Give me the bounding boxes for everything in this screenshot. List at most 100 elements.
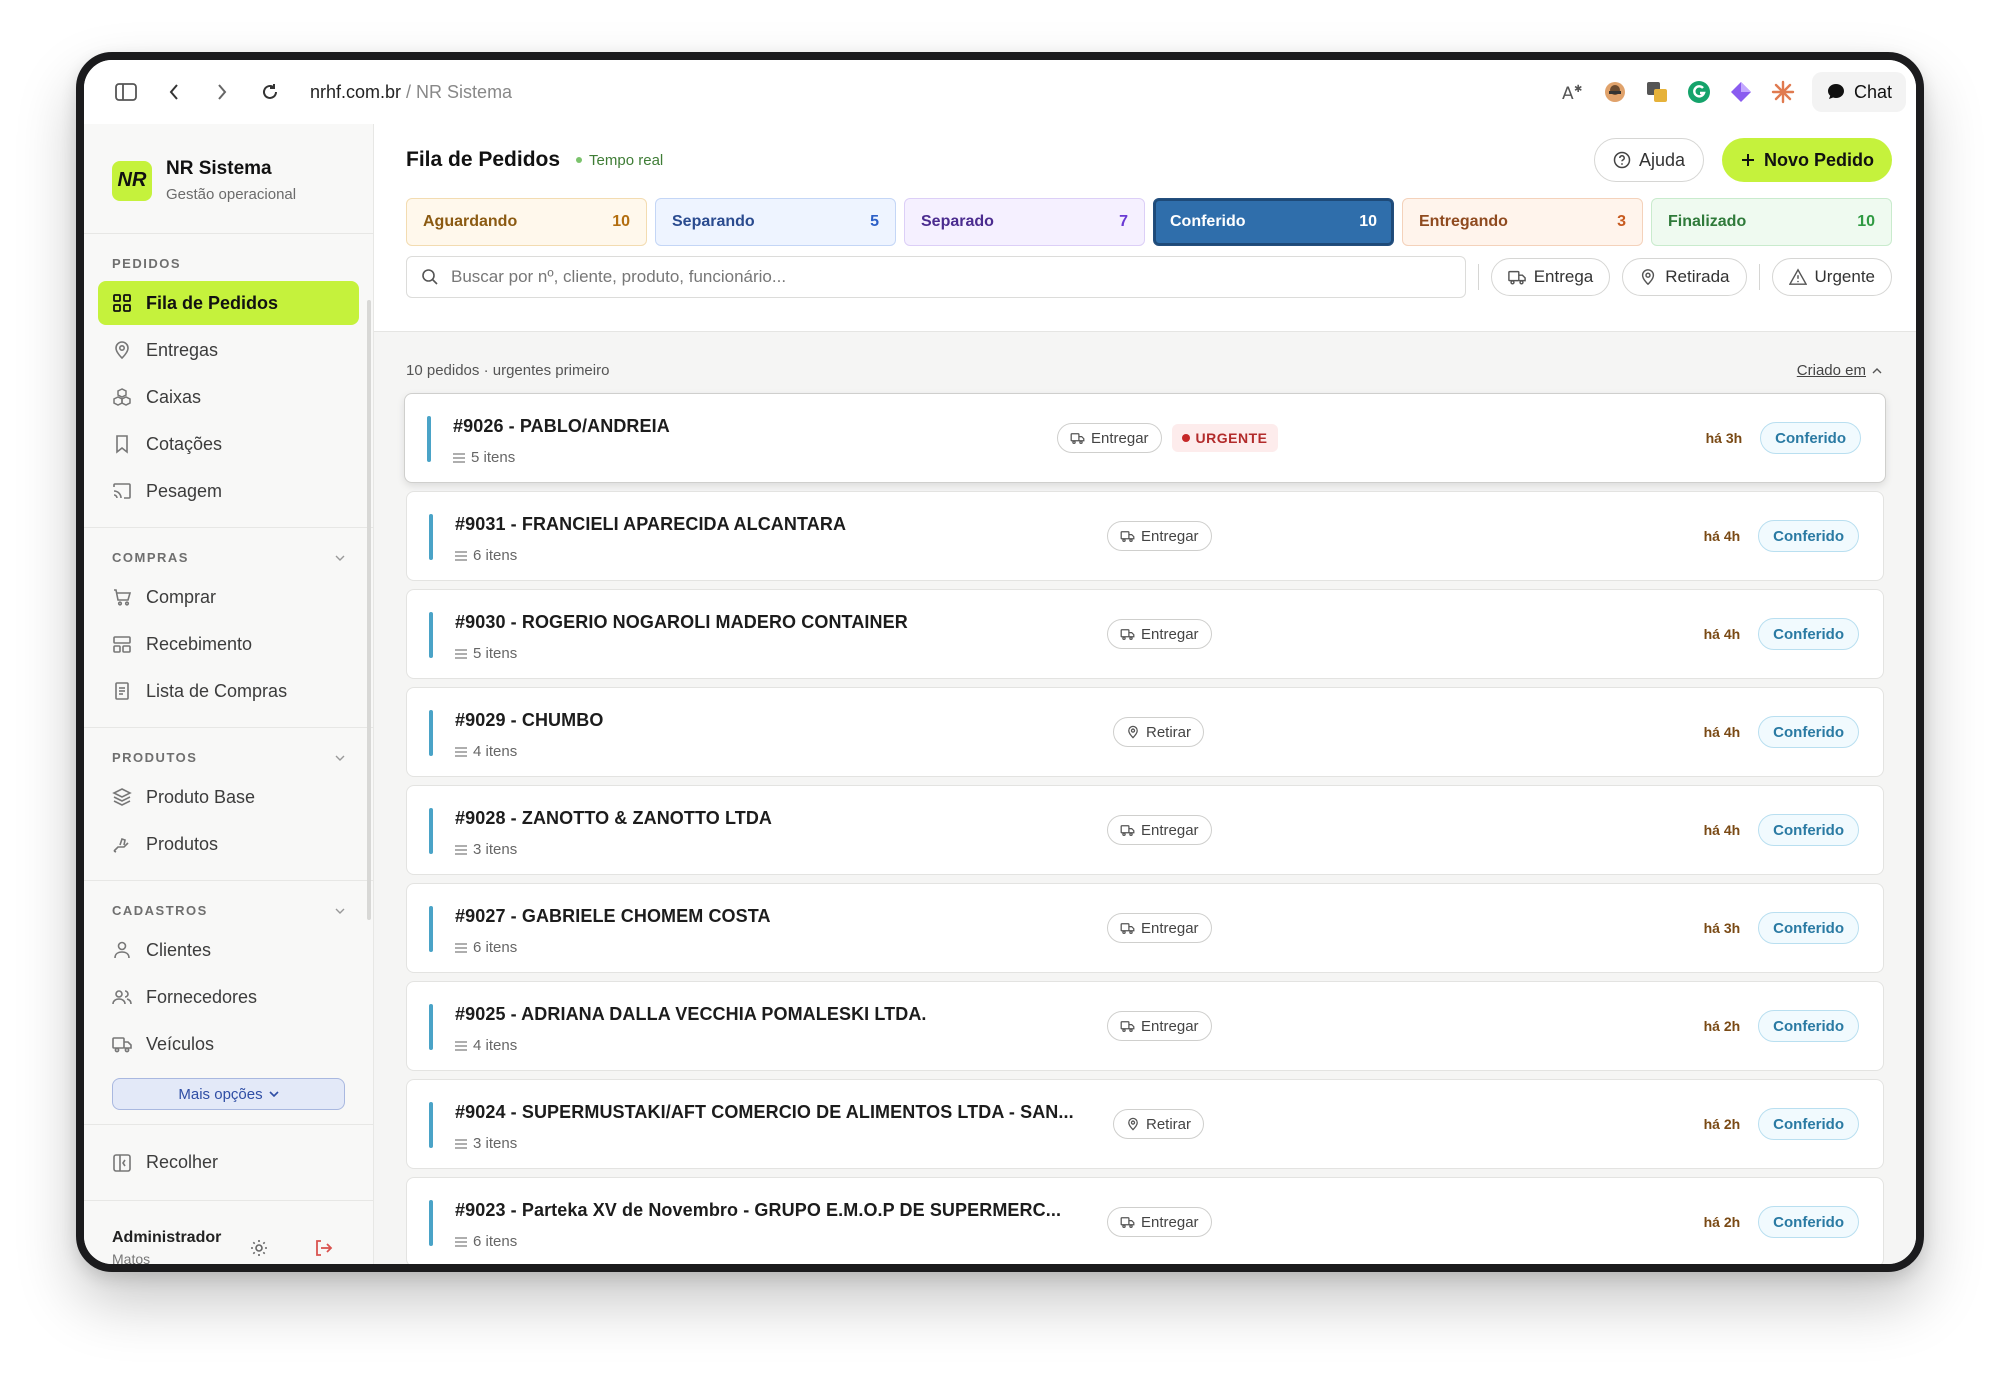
order-status-badge[interactable]: Conferido [1758, 814, 1859, 846]
extension-diamond-icon[interactable] [1728, 79, 1754, 105]
collapse-sidebar-button[interactable]: Recolher [84, 1125, 373, 1201]
order-status-badge[interactable]: Conferido [1758, 1108, 1859, 1140]
sidebar-item-label: Fornecedores [146, 986, 258, 1007]
status-tab-finalizado[interactable]: Finalizado 10 [1651, 198, 1892, 246]
sidebar-item-produto-base[interactable]: Produto Base [98, 775, 359, 819]
order-status-badge[interactable]: Conferido [1758, 1010, 1859, 1042]
sidebar-item-recebimento[interactable]: Recebimento [98, 622, 359, 666]
sidebar-item-lista-de-compras[interactable]: Lista de Compras [98, 669, 359, 713]
gear-icon[interactable] [249, 1238, 269, 1258]
order-status-badge[interactable]: Conferido [1758, 520, 1859, 552]
order-row[interactable]: #9024 - SUPERMUSTAKI/AFT COMERCIO DE ALI… [406, 1079, 1884, 1169]
order-row[interactable]: #9031 - FRANCIELI APARECIDA ALCANTARA 6 i… [406, 491, 1884, 581]
order-type-tag[interactable]: Entregar [1107, 815, 1212, 845]
status-tab-separado[interactable]: Separado 7 [904, 198, 1145, 246]
new-order-button[interactable]: Novo Pedido [1721, 138, 1892, 182]
order-items-count: 4 itens [473, 1037, 518, 1054]
section-produtos: PRODUTOS Produto Base Produtos [84, 728, 373, 881]
grid-icon [113, 294, 131, 312]
order-type-tag[interactable]: Retirar [1113, 717, 1205, 747]
logout-icon[interactable] [313, 1238, 333, 1258]
sidebar-scrollbar[interactable] [367, 300, 371, 920]
section-toggle[interactable]: CADASTROS [98, 881, 359, 928]
list-icon [453, 452, 465, 463]
more-options-button[interactable]: Mais opções [112, 1078, 345, 1110]
back-icon[interactable] [150, 72, 198, 112]
order-status-badge[interactable]: Conferido [1758, 1206, 1859, 1238]
url-separator: / [401, 81, 417, 102]
status-tab-entregando[interactable]: Entregando 3 [1402, 198, 1643, 246]
status-tab-aguardando[interactable]: Aguardando 10 [406, 198, 647, 246]
list-icon [455, 648, 467, 659]
sidebar-item-caixas[interactable]: Caixas [98, 375, 359, 419]
grammarly-icon[interactable] [1686, 79, 1712, 105]
section-compras: COMPRAS Comprar Recebimento Lista de Com… [84, 528, 373, 728]
order-row[interactable]: #9023 - Parteka XV de Novembro - GRUPO E… [406, 1177, 1884, 1264]
order-type-tag[interactable]: Retirar [1113, 1109, 1205, 1139]
cast-icon [113, 483, 131, 499]
sort-label: Criado em [1796, 362, 1866, 379]
sort-button[interactable]: Criado em [1797, 362, 1882, 379]
sidebar-item-cotacoes[interactable]: Cotações [98, 422, 359, 466]
search-input[interactable]: Buscar por nº, cliente, produto, funcion… [406, 256, 1466, 298]
sidebar-item-clientes[interactable]: Clientes [98, 928, 359, 972]
address-bar[interactable]: nrhf.com.br / NR Sistema [310, 82, 512, 103]
order-type-tag[interactable]: Entregar [1107, 619, 1212, 649]
order-status-badge[interactable]: Conferido [1758, 618, 1859, 650]
sidebar-item-pesagem[interactable]: Pesagem [98, 469, 359, 513]
status-count: 10 [1359, 213, 1377, 230]
status-tab-conferido[interactable]: Conferido 10 [1153, 198, 1394, 246]
extension-spark-icon[interactable] [1770, 79, 1796, 105]
more-options-label: Mais opções [178, 1085, 263, 1103]
order-status-badge[interactable]: Conferido [1760, 422, 1861, 454]
filter-entrega-chip[interactable]: Entrega [1490, 258, 1611, 296]
list-icon [455, 844, 467, 855]
order-row[interactable]: #9026 - PABLO/ANDREIA 5 itens Entregar URGE… [404, 393, 1886, 483]
section-toggle[interactable]: COMPRAS [98, 528, 359, 575]
order-row[interactable]: #9030 - ROGERIO NOGAROLI MADERO CONTAINE… [406, 589, 1884, 679]
order-type-tag[interactable]: Entregar [1107, 1011, 1212, 1041]
sidebar-item-label: Veículos [146, 1033, 215, 1054]
extension-avatar-icon[interactable] [1602, 79, 1628, 105]
list-icon [455, 1138, 467, 1149]
live-indicator: Tempo real [576, 152, 663, 169]
map-pin-icon [115, 341, 129, 360]
sidebar-item-label: Fila de Pedidos [146, 292, 279, 313]
sidebar-item-fornecedores[interactable]: Fornecedores [98, 975, 359, 1019]
chevron-up-icon [1872, 367, 1882, 373]
status-tab-separando[interactable]: Separando 5 [655, 198, 896, 246]
order-type-tag[interactable]: Entregar [1057, 423, 1162, 453]
reload-icon[interactable] [246, 72, 294, 112]
order-type-tag[interactable]: Entregar [1107, 521, 1212, 551]
order-row[interactable]: #9027 - GABRIELE CHOMEM COSTA 6 itens Entr… [406, 883, 1884, 973]
order-row[interactable]: #9028 - ZANOTTO & ZANOTTO LTDA 3 itens Ent… [406, 785, 1884, 875]
sidebar-item-veiculos[interactable]: Veículos [98, 1022, 359, 1066]
order-type-tag[interactable]: Entregar [1107, 1207, 1212, 1237]
sidebar-item-comprar[interactable]: Comprar [98, 575, 359, 619]
urgent-dot-icon [1181, 434, 1190, 442]
map-pin-icon [1128, 725, 1138, 739]
order-time: há 3h [1703, 920, 1741, 936]
order-row[interactable]: #9029 - CHUMBO 4 itens Retirar há 4h Conferi… [406, 687, 1884, 777]
sidebar-item-produtos[interactable]: Produtos [98, 822, 359, 866]
chat-button[interactable]: Chat [1811, 72, 1906, 112]
sidebar-item-entregas[interactable]: Entregas [98, 328, 359, 372]
order-type-tag[interactable]: Entregar [1107, 913, 1212, 943]
order-row[interactable]: #9025 - ADRIANA DALLA VECCHIA POMALESKI … [406, 981, 1884, 1071]
sidebar-toggle-icon[interactable] [102, 72, 150, 112]
section-toggle[interactable]: PRODUTOS [98, 728, 359, 775]
chip-label: Retirada [1665, 267, 1730, 286]
list-summary: 10 pedidos · urgentes primeiro [406, 362, 610, 379]
filter-retirada-chip[interactable]: Retirada [1622, 258, 1747, 296]
list-icon [455, 942, 467, 953]
extension-translate-icon[interactable] [1644, 79, 1670, 105]
translate-icon[interactable]: A ✱ [1560, 79, 1586, 105]
order-status-badge[interactable]: Conferido [1758, 912, 1859, 944]
logo: NR [112, 160, 152, 201]
sidebar-item-fila-de-pedidos[interactable]: Fila de Pedidos [98, 281, 359, 325]
order-status-badge[interactable]: Conferido [1758, 716, 1859, 748]
help-button[interactable]: Ajuda [1593, 138, 1704, 182]
forward-icon[interactable] [198, 72, 246, 112]
filter-urgente-chip[interactable]: Urgente [1771, 258, 1892, 296]
user-icon [114, 941, 130, 959]
